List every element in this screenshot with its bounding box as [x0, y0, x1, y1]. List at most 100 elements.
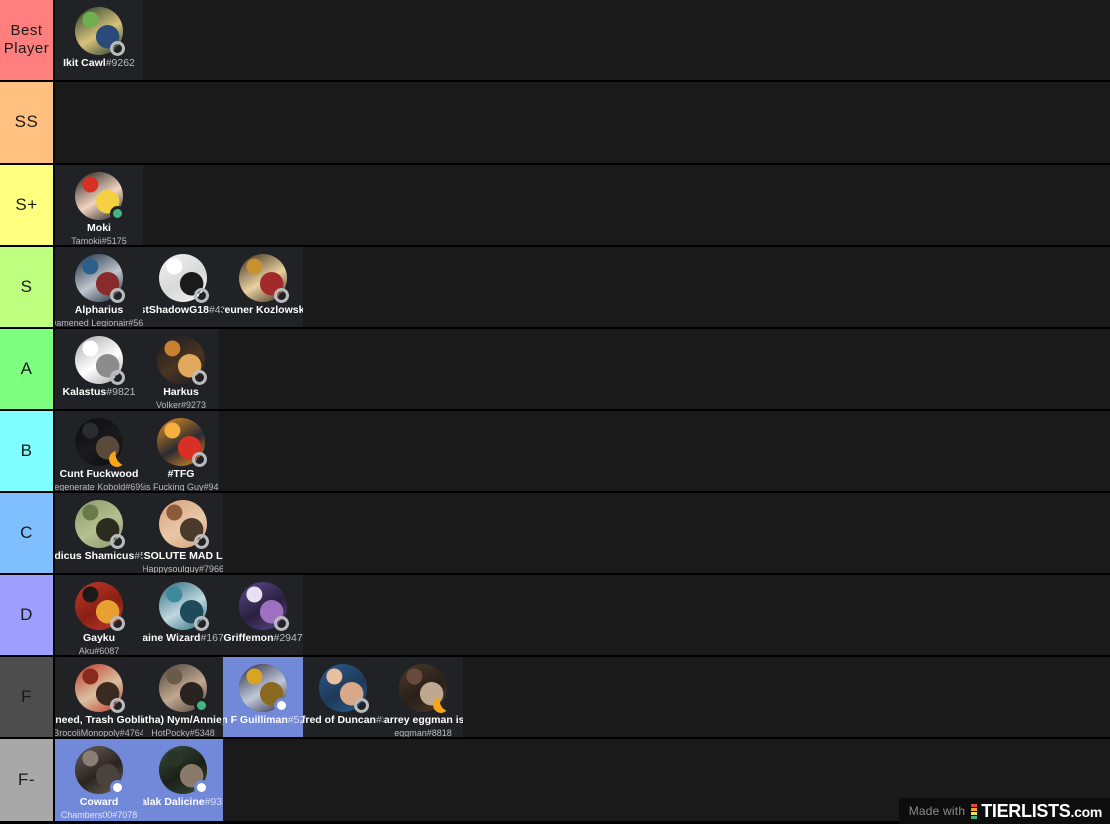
status-badge-icon — [110, 780, 125, 795]
avatar — [75, 664, 125, 713]
tier-item-name: antha) Nym/Annie_4 — [143, 715, 223, 726]
avatar — [75, 582, 125, 631]
tier-item-card[interactable]: CowardChambers00#7078Thinking — [55, 739, 143, 821]
tier-content[interactable]: Moki Tamokii#5175 — [55, 165, 1110, 245]
tier-item-name: m carrey eggman is ho — [383, 715, 463, 726]
status-badge-icon — [192, 452, 207, 467]
tier-item-card[interactable]: m carrey eggman is hoeggman#8818 — [383, 657, 463, 737]
tier-item-name: caine Wizard#1676 — [143, 633, 223, 645]
tier-row: SAlphariusDamened Legionair#569stShadowG… — [0, 247, 1110, 329]
tier-content[interactable]: Cunt FuckwoodDegenerate Kobold#6994#TFGT… — [55, 411, 1110, 491]
tier-item-card[interactable]: #TFGThis Fucking Guy#9472 — [143, 411, 219, 491]
status-badge-icon — [194, 698, 209, 713]
tier-item-discriminator: #1676 — [200, 633, 223, 644]
tier-item-card[interactable]: ABSOLUTE MAD LADHappysoulguy#7966 — [143, 493, 223, 573]
tier-item-card[interactable]: AlphariusDamened Legionair#569 — [55, 247, 143, 327]
watermark-brand: TIERLISTS.com — [981, 801, 1102, 822]
tier-label-b[interactable]: B — [0, 411, 55, 491]
tier-content[interactable] — [55, 82, 1110, 163]
tier-content[interactable]: GaykuAku#6087caine Wizard#1676Griffemon#… — [55, 575, 1110, 655]
watermark-made-with-label: Made with — [908, 804, 966, 818]
avatar — [159, 746, 209, 795]
status-badge-icon — [354, 698, 369, 713]
status-badge-icon — [194, 616, 209, 631]
tier-content[interactable]: wdicus Shamicus#51ABSOLUTE MAD LADHappys… — [55, 493, 1110, 573]
tier-item-card[interactable]: Gayku Aku#6087 — [55, 575, 143, 655]
tier-item-username: This Fucking Guy#9472 — [143, 481, 219, 491]
tier-item-username: Happysoulguy#7966 — [143, 563, 223, 573]
status-badge-icon — [109, 451, 125, 467]
logo-bar — [971, 811, 978, 815]
tier-item-card[interactable]: Sneed, Trash GoblinBrocoliMonopoly#4764 — [55, 657, 143, 737]
tier-list: Best Player Ikit Cawl#9262 SS S+ Moki Tamokii… — [0, 0, 1110, 824]
status-badge-icon — [274, 698, 289, 713]
tier-label-f[interactable]: F- — [0, 739, 55, 821]
tier-item-name: wdicus Shamicus#51 — [55, 551, 143, 563]
tier-item-discriminator: #39 — [375, 715, 383, 726]
tier-label-f[interactable]: F — [0, 657, 55, 737]
tier-item-card[interactable]: Moki Tamokii#5175 — [55, 165, 143, 245]
tier-item-name: Moki — [87, 223, 111, 234]
avatar — [75, 336, 125, 385]
tier-row: SS — [0, 82, 1110, 165]
tier-item-name: Gayku — [82, 633, 116, 644]
tier-item-username: BrocoliMonopoly#4764 — [55, 727, 143, 737]
tier-content[interactable]: AlphariusDamened Legionair#569stShadowG1… — [55, 247, 1110, 327]
tier-item-card[interactable]: Malak Dalicine#9359 — [143, 739, 223, 821]
tier-item-discriminator: #523 — [287, 715, 303, 726]
tier-item-name: ABSOLUTE MAD LAD — [143, 551, 223, 562]
tier-item-card[interactable]: Kalastus#9821 — [55, 329, 143, 409]
tier-item-card[interactable]: Ikit Cawl#9262 — [55, 0, 143, 80]
tier-item-card[interactable]: Cunt FuckwoodDegenerate Kobold#6994 — [55, 411, 143, 491]
tier-content[interactable]: Ikit Cawl#9262 — [55, 0, 1110, 80]
avatar — [159, 664, 209, 713]
tier-item-name-block: Moki Tamokii#5175 — [55, 223, 143, 245]
tier-item-name: Coward — [79, 797, 119, 808]
tier-row: FSneed, Trash GoblinBrocoliMonopoly#4764… — [0, 657, 1110, 739]
tier-item-name: #TFG — [167, 469, 195, 480]
tier-item-name: nifred of Duncan#39 — [303, 715, 383, 727]
tier-label-ss[interactable]: SS — [0, 82, 55, 163]
tier-item-card[interactable]: wdicus Shamicus#51 — [55, 493, 143, 573]
tier-item-name-block: Sneed, Trash GoblinBrocoliMonopoly#4764 — [55, 715, 143, 737]
tier-label-d[interactable]: D — [0, 575, 55, 655]
tier-label-best-player[interactable]: Best Player — [0, 0, 55, 80]
status-badge-icon — [110, 288, 125, 303]
tierlists-logo-icon — [971, 803, 978, 820]
tier-label-s[interactable]: S — [0, 247, 55, 327]
tier-item-card[interactable]: antha) Nym/Annie_4HotPocky#5348 — [143, 657, 223, 737]
tier-item-name-block: Ikit Cawl#9262 — [55, 58, 143, 70]
tier-item-card[interactable]: nifred of Duncan#39 — [303, 657, 383, 737]
status-badge-icon — [194, 780, 209, 795]
tier-item-card[interactable]: stShadowG18#43 — [143, 247, 223, 327]
tier-row: A Kalastus#9821 Harkus Volker#9273 — [0, 329, 1110, 411]
tier-item-card[interactable]: Griffemon#2947 — [223, 575, 303, 655]
tier-item-name: hn F Guilliman#523 — [223, 715, 303, 727]
avatar — [159, 582, 209, 631]
tier-content[interactable]: Kalastus#9821 Harkus Volker#9273 — [55, 329, 1110, 409]
avatar — [75, 7, 125, 56]
tier-label-s[interactable]: S+ — [0, 165, 55, 245]
tier-item-card[interactable]: caine Wizard#1676 — [143, 575, 223, 655]
tier-item-name: Harkus — [163, 387, 199, 398]
tier-item-card[interactable]: Harkus Volker#9273 — [143, 329, 219, 409]
tier-item-name-block: CowardChambers00#7078Thinking — [55, 797, 143, 821]
watermark[interactable]: Made with TIERLISTS.com — [898, 798, 1110, 824]
tier-item-card[interactable]: Kreuner Kozlowski# — [223, 247, 303, 327]
status-badge-icon — [274, 616, 289, 631]
logo-bar — [971, 807, 978, 811]
tier-item-name: Kreuner Kozlowski# — [223, 305, 303, 316]
tier-item-card[interactable]: hn F Guilliman#523 — [223, 657, 303, 737]
avatar — [75, 172, 125, 221]
status-badge-icon — [110, 41, 125, 56]
tier-label-a[interactable]: A — [0, 329, 55, 409]
tier-content[interactable]: Sneed, Trash GoblinBrocoliMonopoly#4764a… — [55, 657, 1110, 737]
tier-item-username: eggman#8818 — [394, 727, 452, 737]
tier-item-name-block: stShadowG18#43 — [143, 305, 223, 317]
status-badge-icon — [274, 288, 289, 303]
tier-item-discriminator: #51 — [134, 551, 143, 562]
logo-bar — [971, 803, 978, 807]
tier-item-name: Alpharius — [74, 305, 124, 316]
tier-label-c[interactable]: C — [0, 493, 55, 573]
avatar — [399, 664, 447, 712]
